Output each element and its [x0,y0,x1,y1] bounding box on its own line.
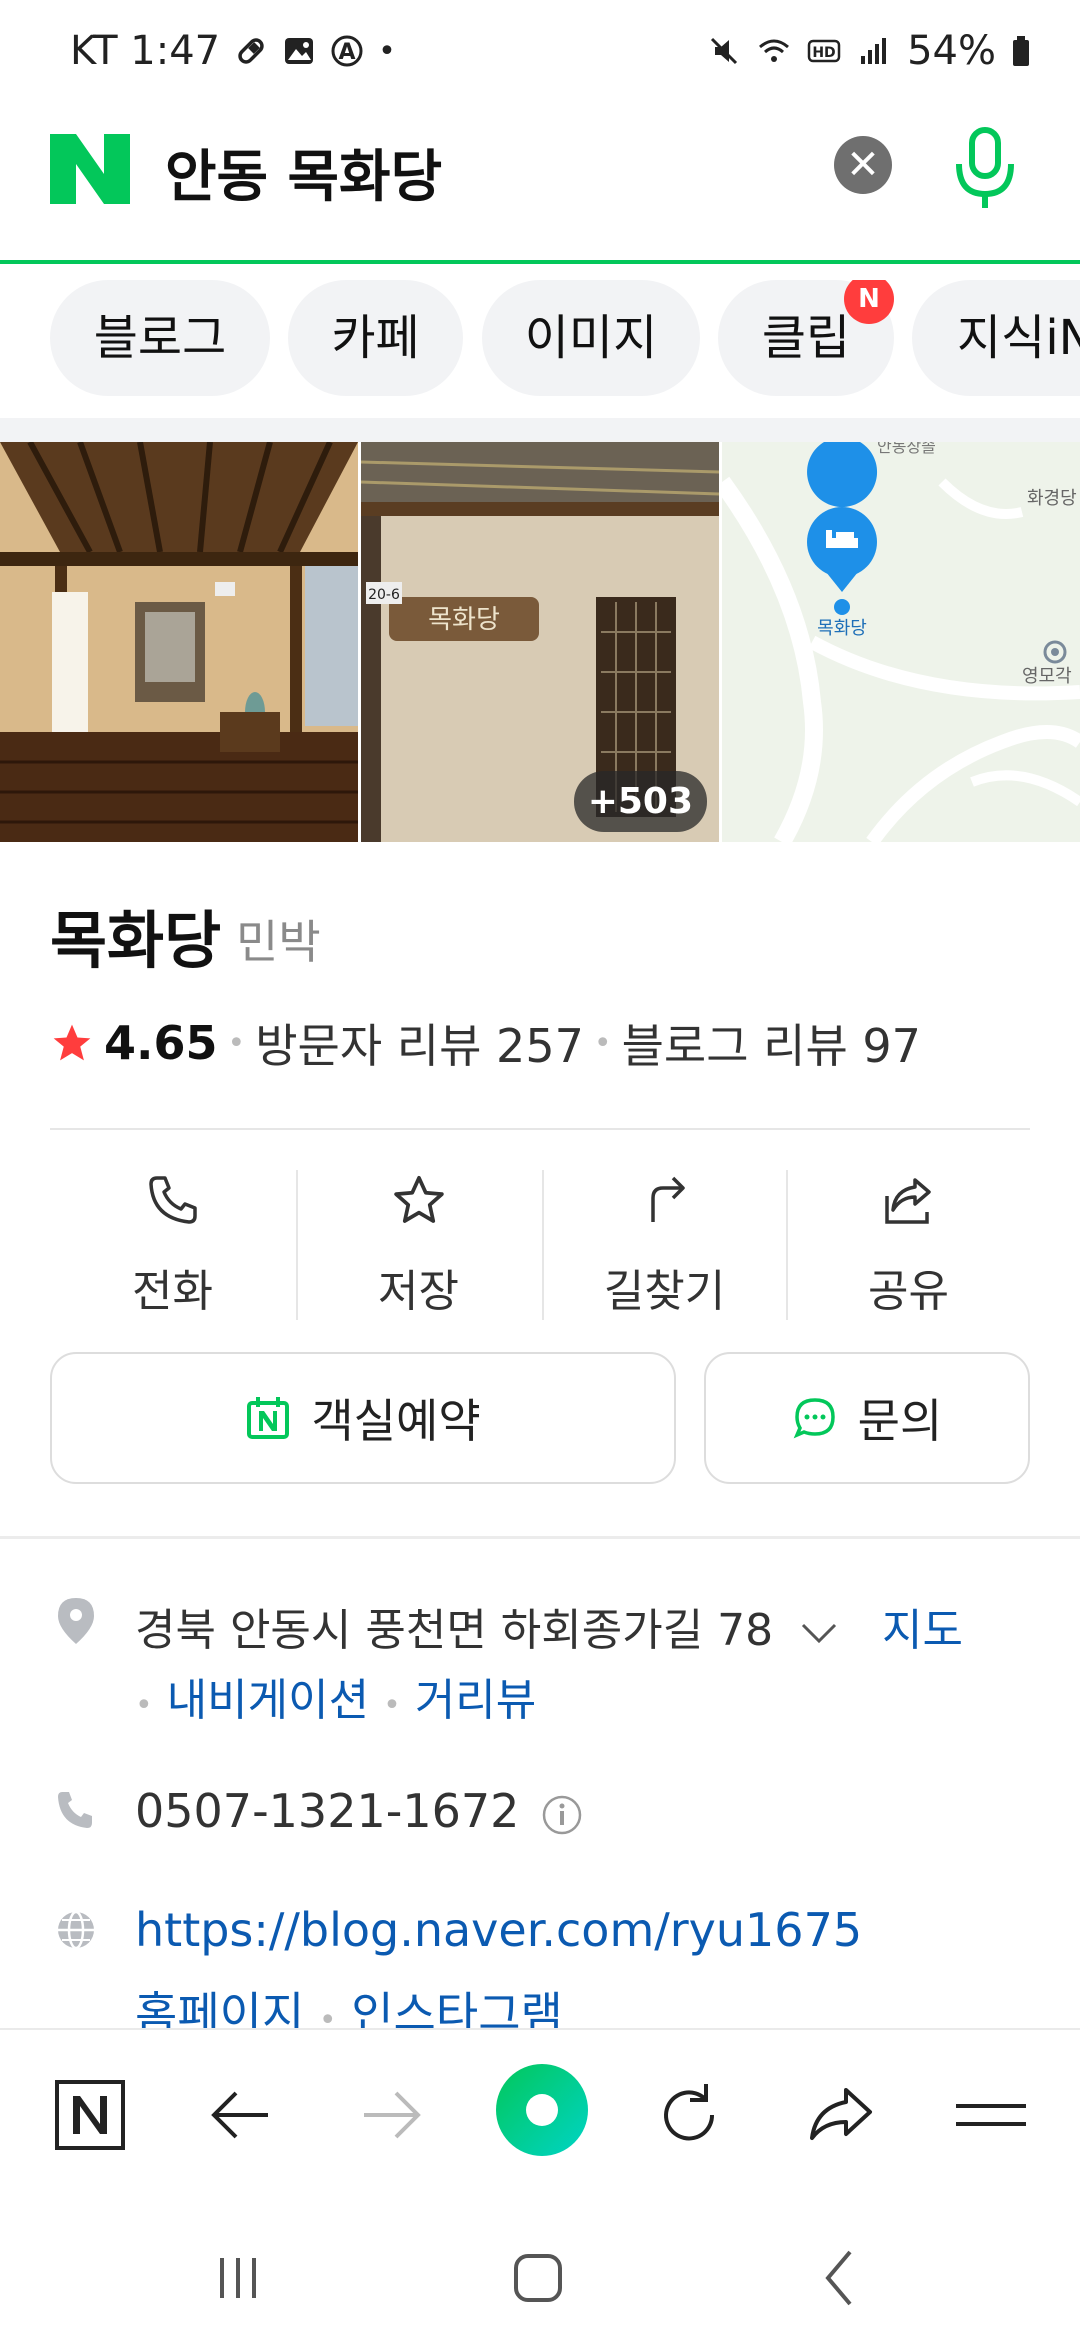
blog-reviews-link[interactable]: 블로그 리뷰 97 [622,1010,921,1076]
separator-dot: • [593,1025,612,1061]
naver-home-icon[interactable] [45,2070,135,2160]
place-name: 목화당 [50,904,222,977]
back-arrow-icon[interactable] [196,2070,286,2160]
inquiry-button[interactable]: 문의 [704,1352,1030,1484]
save-action[interactable]: 저장 [296,1160,541,1330]
phone-icon [149,1176,197,1224]
section-divider [0,1536,1080,1539]
share-arrow-icon[interactable] [796,2070,886,2160]
section-divider [0,418,1080,442]
search-query[interactable]: 안동 목화당 [165,132,442,213]
svg-text:HD: HD [812,45,835,61]
battery-icon [1013,36,1029,66]
separator-dot: • [135,1688,153,1723]
share-action[interactable]: 공유 [786,1160,1031,1330]
phone-number[interactable]: 0507-1321-1672 [135,1784,519,1838]
rating-row: 4.65 • 방문자 리뷰 257 • 블로그 리뷰 97 [50,1010,921,1076]
mute-icon [711,37,738,65]
share-icon [885,1178,931,1224]
status-bar: KT 1:47 A • HD 54% [0,0,1080,100]
separator-dot: • [227,1025,246,1061]
chat-bubble-icon [793,1398,835,1439]
category-tabs: 블로그 카페 이미지 클립 N 지식iN [0,280,1080,400]
map-label-place1: 화경당 [1027,488,1077,509]
room-reservation-button[interactable]: 객실예약 [50,1352,676,1484]
streetview-link[interactable]: 거리뷰 [415,1675,536,1726]
navigation-link[interactable]: 내비게이션 [167,1675,369,1726]
share-label: 공유 [868,1266,949,1317]
recent-apps-icon[interactable] [198,2238,278,2318]
gallery-icon [285,38,314,64]
place-category: 민박 [236,915,321,969]
tab-clip[interactable]: 클립 N [718,280,894,396]
photo-interior[interactable] [0,442,358,842]
call-action[interactable]: 전화 [50,1160,295,1330]
search-bar: 안동 목화당 ✕ [0,110,1080,264]
hd-icon: HD [807,39,841,63]
directions-action[interactable]: 길찾기 [542,1160,787,1330]
map-label-place2: 영모각 [1022,666,1072,687]
a-circle-icon: A [331,35,363,67]
star-rating-icon [53,1024,91,1061]
map-thumbnail[interactable]: 안동장솔 화경당 영모각 목화당 [722,442,1080,842]
star-icon [394,1175,444,1223]
wifi-icon [759,39,790,62]
photo-sign-overlay: +503 [361,442,719,842]
naver-logo-icon[interactable] [50,134,130,204]
back-button-icon[interactable] [800,2238,880,2318]
inquiry-label: 문의 [857,1394,943,1448]
tab-kin[interactable]: 지식iN [912,280,1080,396]
naver-booking-icon [247,1397,290,1439]
svg-text:A: A [339,40,356,65]
tab-image[interactable]: 이미지 [482,280,700,396]
map-label-place3: 안동장솔 [877,442,936,456]
chevron-down-icon[interactable] [799,1620,839,1646]
address-row: 경북 안동시 풍천면 하회종가길 78 [135,1594,839,1658]
directions-icon [651,1176,685,1222]
menu-icon[interactable] [946,2070,1036,2160]
new-badge: N [844,280,894,324]
forward-arrow-icon[interactable] [346,2070,436,2160]
phone-info-icon [58,1792,92,1828]
microphone-icon[interactable] [945,124,1025,214]
website-url[interactable]: https://blog.naver.com/ryu1675 [135,1903,862,1957]
directions-label: 길찾기 [603,1266,726,1317]
dot-indicator-icon: • [378,33,396,69]
pill-icon [238,38,264,64]
battery-text: 54% [907,28,996,74]
system-navigation-bar [0,2218,1080,2340]
globe-icon [58,1910,94,1950]
reserve-label: 객실예약 [311,1394,481,1448]
info-icon[interactable] [540,1793,584,1837]
photo-strip: 목화당 20-6 +503 안동장솔 화경당 영모각 목화당 [0,442,1080,842]
browser-toolbar [0,2028,1080,2220]
home-button-icon[interactable] [498,2238,578,2318]
tab-blog[interactable]: 블로그 [50,280,270,396]
address-text: 경북 안동시 풍천면 하회종가길 78 [135,1605,774,1656]
divider [50,1128,1030,1130]
phone-row: 0507-1321-1672 [135,1784,584,1838]
refresh-icon[interactable] [644,2070,734,2160]
more-photos-count[interactable]: +503 [573,771,707,832]
separator-dot: • [383,1688,401,1723]
map-marker-label: 목화당 [817,618,867,639]
address-links-row: • 내비게이션 • 거리뷰 [135,1664,536,1728]
tab-cafe[interactable]: 카페 [288,280,463,396]
rating-value: 4.65 [104,1016,218,1070]
call-label: 전화 [132,1266,213,1317]
signal-icon [861,38,887,64]
clear-search-icon[interactable]: ✕ [834,136,892,194]
green-dot-icon[interactable] [494,2062,590,2158]
map-link[interactable]: 지도 [882,1594,963,1658]
carrier-time: KT 1:47 [70,28,221,74]
save-label: 저장 [378,1266,459,1317]
location-pin-icon [58,1598,94,1644]
visitor-reviews-link[interactable]: 방문자 리뷰 257 [255,1010,584,1076]
